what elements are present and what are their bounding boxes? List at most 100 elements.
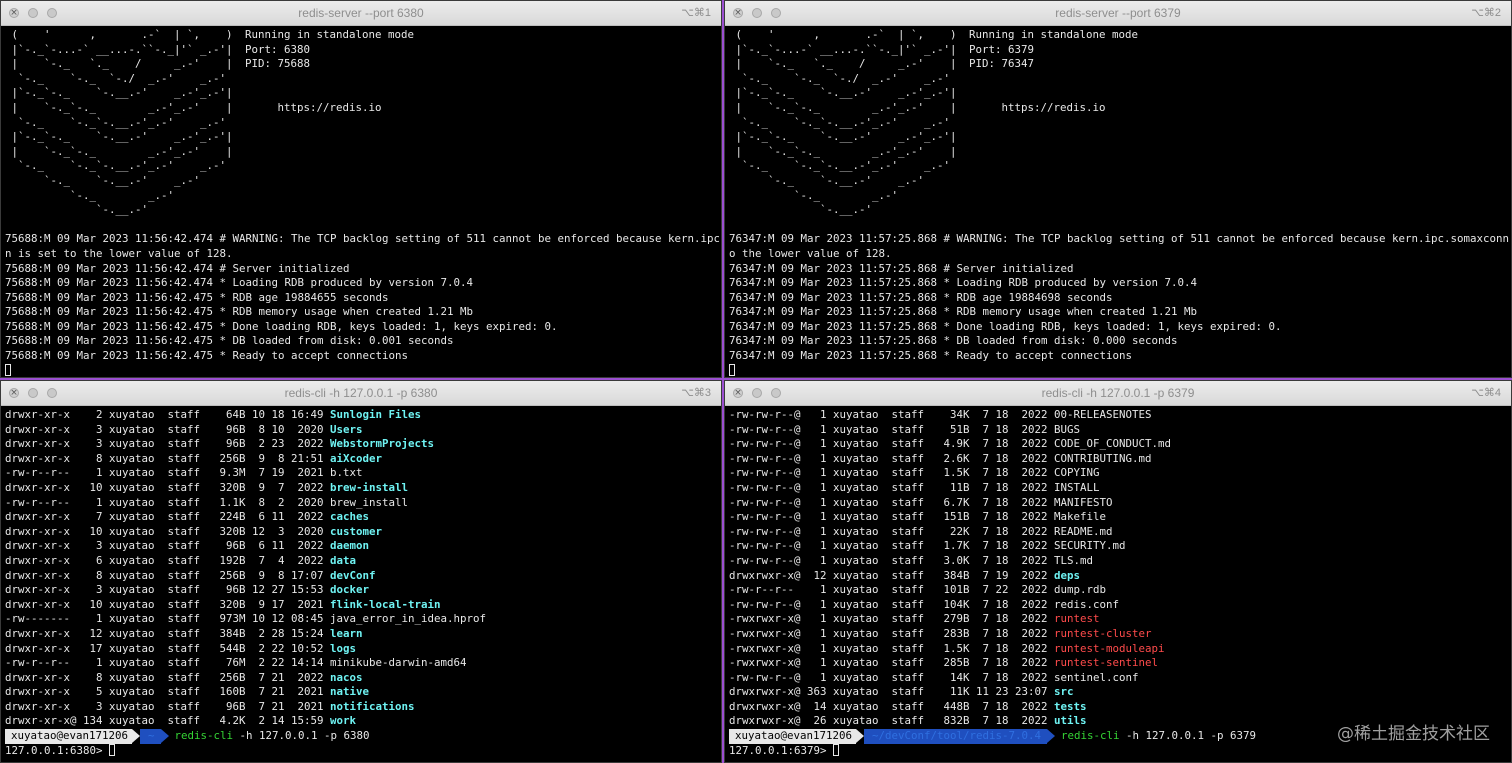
file-meta: drwxr-xr-x 8 xuyatao staff 256B 9 8 17:0… — [5, 568, 331, 582]
redis-logo-art-line: |`-._`-._ `-.__.-' _.-'_.-'| — [729, 130, 957, 144]
file-name: WebstormProjects — [330, 437, 435, 451]
file-meta: -rw-rw-r--@ 1 xuyatao staff 4.9K 7 18 20… — [729, 437, 1055, 451]
repl-prompt[interactable]: 127.0.0.1:6380> — [5, 743, 719, 759]
prompt-separator-icon — [1047, 729, 1056, 744]
file-meta: drwxr-xr-x 3 xuyatao staff 96B 6 11 2022 — [5, 539, 331, 553]
redis-logo-art-line: | `-._`-._ _.-'_.-' | — [5, 144, 233, 158]
banner-row: `-._ `-._`-.__.-'_.-' _.-' — [5, 116, 719, 131]
list-item: drwxrwxr-x@ 14 xuyatao staff 448B 7 18 2… — [729, 700, 1509, 715]
title-bar[interactable]: redis-server --port 6379 ⌥⌘2 — [725, 1, 1511, 26]
file-meta: -rw-rw-r--@ 1 xuyatao staff 151B 7 18 20… — [729, 510, 1055, 524]
file-name: notifications — [330, 699, 415, 713]
banner-row: `-._ `-._ `-./ _.-' _.-' — [729, 72, 1509, 87]
window-title: redis-server --port 6379 — [1055, 6, 1181, 20]
banner-row: `-.__.-' — [729, 203, 1509, 218]
list-item: -rw-rw-r--@ 1 xuyatao staff 151B 7 18 20… — [729, 510, 1509, 525]
terminal-window-server-6379[interactable]: redis-server --port 6379 ⌥⌘2 ( ' , .-` |… — [724, 0, 1512, 378]
list-item: -rw-r--r-- 1 xuyatao staff 76M 2 22 14:1… — [5, 656, 719, 671]
watermark: @稀土掘金技术社区 — [1337, 724, 1490, 744]
file-name: tests — [1054, 699, 1087, 713]
file-meta: drwxr-xr-x 17 xuyatao staff 544B 2 22 10… — [5, 641, 331, 655]
file-meta: -rw-rw-r--@ 1 xuyatao staff 2.6K 7 18 20… — [729, 451, 1055, 465]
terminal-output[interactable]: drwxr-xr-x 2 xuyatao staff 64B 10 18 16:… — [5, 408, 719, 762]
list-item: -rw-rw-r--@ 1 xuyatao staff 104K 7 18 20… — [729, 598, 1509, 613]
title-bar[interactable]: redis-cli -h 127.0.0.1 -p 6380 ⌥⌘3 — [1, 381, 721, 406]
redis-logo-art-line: `-._ `-.__.-' _.-' — [5, 173, 201, 187]
log-line: 76347:M 09 Mar 2023 11:57:25.868 * Done … — [729, 319, 1282, 333]
terminal-cursor — [833, 743, 840, 756]
redis-logo-art-line: | `-._`-._ _.-'_.-' | — [729, 144, 957, 158]
file-meta: -rwxrwxr-x@ 1 xuyatao staff 285B 7 18 20… — [729, 656, 1055, 670]
list-item: -rw-rw-r--@ 1 xuyatao staff 2.6K 7 18 20… — [729, 452, 1509, 467]
banner-row: | `-._`-._ _.-'_.-' | — [5, 145, 719, 160]
log-line: 76347:M 09 Mar 2023 11:57:25.868 * DB lo… — [729, 334, 1178, 348]
file-meta: drwxr-xr-x 8 xuyatao staff 256B 9 8 21:5… — [5, 451, 331, 465]
terminal-window-cli-6379[interactable]: redis-cli -h 127.0.0.1 -p 6379 ⌥⌘4 -rw-r… — [724, 380, 1512, 763]
banner-row: |`-._`-._ `-.__.-' _.-'_.-'| — [5, 130, 719, 145]
file-meta: drwxr-xr-x 5 xuyatao staff 160B 7 21 202… — [5, 685, 331, 699]
list-item: -rw-rw-r--@ 1 xuyatao staff 11B 7 18 202… — [729, 481, 1509, 496]
log-line: 76347:M 09 Mar 2023 11:57:25.868 # WARNI… — [729, 232, 1509, 246]
banner-row: `-._ _.-' — [5, 189, 719, 204]
terminal-output[interactable]: ( ' , .-` | `, ) Running in standalone mo… — [729, 28, 1509, 377]
terminal-cursor — [729, 363, 735, 376]
file-name: brew-install — [330, 480, 409, 494]
file-name: runtest-sentinel — [1054, 656, 1159, 670]
terminal-output[interactable]: ( ' , .-` | `, ) Running in standalone mo… — [5, 28, 719, 377]
desktop: redis-server --port 6380 ⌥⌘1 ( ' , .-` |… — [0, 0, 1512, 763]
log-line: 76347:M 09 Mar 2023 11:57:25.868 * Ready… — [729, 349, 1133, 363]
log-line: 75688:M 09 Mar 2023 11:56:42.474 # Serve… — [5, 261, 350, 275]
file-name: Users — [330, 422, 363, 436]
title-bar[interactable]: redis-cli -h 127.0.0.1 -p 6379 ⌥⌘4 — [725, 381, 1511, 406]
banner-row: | `-._ `._ / _.-' | PID: 76347 — [729, 57, 1509, 72]
list-item: -rw------- 1 xuyatao staff 973M 10 12 08… — [5, 612, 719, 627]
file-meta: drwxr-xr-x@ 134 xuyatao staff 4.2K 2 14 … — [5, 714, 331, 728]
server-info-line: https://redis.io — [969, 100, 1106, 114]
server-info-line: Running in standalone mode — [969, 28, 1139, 41]
terminal-cursor — [5, 363, 11, 376]
redis-logo-art-line: |`-._`-._ `-.__.-' _.-'_.-'| — [5, 86, 233, 100]
terminal-output[interactable]: -rw-rw-r--@ 1 xuyatao staff 34K 7 18 202… — [729, 408, 1509, 762]
list-item: drwxr-xr-x 3 xuyatao staff 96B 12 27 15:… — [5, 583, 719, 598]
window-shortcut: ⌥⌘1 — [681, 7, 711, 19]
file-name: BUGS — [1054, 422, 1081, 436]
file-meta: drwxrwxr-x@ 12 xuyatao staff 384B 7 19 2… — [729, 568, 1055, 582]
file-name: daemon — [330, 539, 370, 553]
log-line: 76347:M 09 Mar 2023 11:57:25.868 * Loadi… — [729, 276, 1198, 290]
file-meta: -rw-r--r-- 1 xuyatao staff 76M 2 22 14:1… — [5, 656, 331, 670]
file-meta: drwxr-xr-x 10 xuyatao staff 320B 12 3 20… — [5, 524, 331, 538]
terminal-window-cli-6380[interactable]: redis-cli -h 127.0.0.1 -p 6380 ⌥⌘3 drwxr… — [0, 380, 722, 763]
repl-prompt-label: 127.0.0.1:6379> — [729, 743, 834, 757]
file-meta: -rwxrwxr-x@ 1 xuyatao staff 283B 7 18 20… — [729, 626, 1055, 640]
title-bar[interactable]: redis-server --port 6380 ⌥⌘1 — [1, 1, 721, 26]
redis-logo-art-line: `-._ `-._`-.__.-'_.-' _.-' — [729, 159, 951, 173]
file-name: COPYING — [1054, 466, 1100, 480]
repl-prompt[interactable]: 127.0.0.1:6379> — [729, 743, 1509, 759]
file-meta: drwxr-xr-x 6 xuyatao staff 192B 7 4 2022 — [5, 553, 331, 567]
window-title: redis-cli -h 127.0.0.1 -p 6379 — [1041, 386, 1195, 400]
banner-row: | `-._`-._ _.-'_.-' | https://redis.io — [729, 101, 1509, 116]
list-item: drwxr-xr-x 6 xuyatao staff 192B 7 4 2022… — [5, 554, 719, 569]
file-name: nacos — [330, 670, 363, 684]
file-name: customer — [330, 524, 383, 538]
file-name: INSTALL — [1054, 480, 1100, 494]
redis-logo-art-line: `-._ `-._ `-./ _.-' _.-' — [729, 71, 951, 85]
file-name: runtest — [1054, 612, 1100, 626]
file-name: TLS.md — [1054, 553, 1094, 567]
prompt-args: -h 127.0.0.1 -p 6380 — [233, 729, 370, 743]
redis-logo-art-line: `-._ `-._`-.__.-'_.-' _.-' — [729, 115, 951, 129]
log-line: o the lower value of 128. — [729, 246, 892, 260]
redis-logo-art-line: `-.__.-' — [729, 203, 873, 217]
banner-row: `-._ `-._`-.__.-'_.-' _.-' — [729, 116, 1509, 131]
terminal-window-server-6380[interactable]: redis-server --port 6380 ⌥⌘1 ( ' , .-` |… — [0, 0, 722, 378]
banner-row: ( ' , .-` | `, ) Running in standalone mo… — [5, 28, 719, 43]
list-item: drwxr-xr-x 8 xuyatao staff 256B 9 8 17:0… — [5, 569, 719, 584]
list-item: -rw-rw-r--@ 1 xuyatao staff 3.0K 7 18 20… — [729, 554, 1509, 569]
log-line: 75688:M 09 Mar 2023 11:56:42.475 * RDB a… — [5, 290, 389, 304]
redis-logo-art-line: |`-._`-._ `-.__.-' _.-'_.-'| — [729, 86, 957, 100]
prompt-args: -h 127.0.0.1 -p 6379 — [1119, 729, 1257, 743]
file-meta: -rw-rw-r--@ 1 xuyatao staff 51B 7 18 202… — [729, 422, 1055, 436]
log-line: 76347:M 09 Mar 2023 11:57:25.868 # Serve… — [729, 261, 1074, 275]
list-item: -rw-rw-r--@ 1 xuyatao staff 34K 7 18 202… — [729, 408, 1509, 423]
prompt-path: ~/devConf/tool/redis-7.0.4 — [864, 729, 1048, 744]
